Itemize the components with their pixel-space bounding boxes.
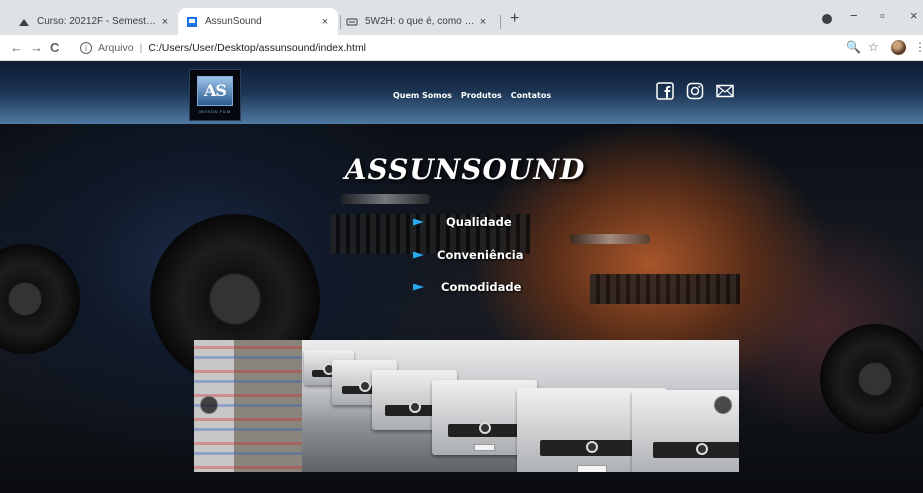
bookmark-star-icon[interactable]: ☆: [868, 40, 879, 54]
logo-caption: MIXSON FILM: [199, 109, 231, 114]
tab-title: AssunSound: [205, 16, 262, 27]
maximize-button[interactable]: ▫: [880, 8, 885, 23]
browser-menu-icon[interactable]: ⋮: [914, 40, 923, 54]
site-icon: [346, 18, 358, 25]
url-separator: |: [139, 42, 143, 54]
carousel-slide-vw-cars: [302, 340, 739, 472]
arrow-bullet-icon: [413, 283, 424, 291]
profile-indicator-icon[interactable]: [822, 14, 832, 24]
background-car-headlight: [570, 234, 650, 244]
instagram-icon[interactable]: [686, 82, 704, 100]
facebook-icon[interactable]: [656, 82, 674, 100]
info-icon[interactable]: i: [80, 42, 92, 54]
license-plate: [577, 464, 607, 472]
tab-separator: [500, 15, 501, 29]
site-header: AS MIXSON FILM Quem Somos Produtos Conta…: [0, 61, 923, 124]
license-plate: [474, 443, 495, 452]
main-nav: Quem Somos Produtos Contatos: [393, 91, 551, 100]
carousel-prev-button[interactable]: [200, 396, 218, 414]
arrow-bullet-icon: [413, 251, 424, 259]
reload-button[interactable]: C: [50, 40, 59, 55]
background-car-wheel: [820, 324, 923, 434]
feature-conveniencia: Conveniência: [413, 248, 523, 262]
close-window-button[interactable]: ×: [910, 8, 918, 23]
feature-label: Comodidade: [441, 280, 522, 294]
background-car-wheel: [0, 244, 80, 354]
feature-label: Conveniência: [437, 248, 524, 262]
site-logo[interactable]: AS MIXSON FILM: [189, 69, 241, 121]
tab-title: Curso: 20212F - Semestral - Proj: [37, 16, 158, 27]
moodle-icon: [19, 18, 29, 26]
page-icon: [187, 16, 197, 27]
image-carousel[interactable]: [194, 340, 739, 472]
tab-assunsound[interactable]: AssunSound ×: [178, 8, 338, 35]
back-button[interactable]: ←: [10, 40, 23, 55]
tab-title: 5W2H: o que é, como funciona e: [365, 16, 476, 27]
minimize-button[interactable]: −: [850, 8, 858, 23]
email-icon[interactable]: [716, 82, 734, 100]
background-car-headlight: [340, 194, 430, 204]
url-bar[interactable]: i Arquivo | C:/Users/User/Desktop/assuns…: [80, 38, 840, 58]
new-tab-button[interactable]: +: [510, 10, 519, 28]
tab-5w2h[interactable]: 5W2H: o que é, como funciona e ×: [338, 8, 496, 35]
tab-close-icon[interactable]: ×: [318, 16, 332, 28]
hero-banner: ASSUNSOUND Qualidade Conveniência Comodi…: [0, 124, 923, 493]
arrow-bullet-icon: [413, 218, 424, 226]
logo-mark: AS: [197, 76, 233, 106]
tab-close-icon[interactable]: ×: [158, 16, 172, 28]
background-car-grille: [590, 274, 740, 304]
nav-contatos[interactable]: Contatos: [511, 91, 551, 100]
address-toolbar: ← → C i Arquivo | C:/Users/User/Desktop/…: [0, 35, 923, 61]
zoom-icon[interactable]: 🔍: [846, 40, 861, 54]
avatar[interactable]: [891, 40, 906, 55]
hero-title: ASSUNSOUND: [344, 153, 586, 186]
tab-curso[interactable]: Curso: 20212F - Semestral - Proj ×: [10, 8, 178, 35]
nav-produtos[interactable]: Produtos: [461, 91, 502, 100]
feature-comodidade: Comodidade: [413, 280, 521, 294]
feature-label: Qualidade: [446, 215, 512, 229]
tab-close-icon[interactable]: ×: [476, 16, 490, 28]
website-viewport: AS MIXSON FILM Quem Somos Produtos Conta…: [0, 61, 923, 493]
url-text[interactable]: C:/Users/User/Desktop/assunsound/index.h…: [148, 42, 366, 54]
browser-tab-strip: Curso: 20212F - Semestral - Proj × Assun…: [0, 0, 923, 35]
forward-button[interactable]: →: [30, 40, 43, 55]
nav-quem-somos[interactable]: Quem Somos: [393, 91, 452, 100]
feature-qualidade: Qualidade: [413, 215, 512, 229]
carousel-next-button[interactable]: [714, 396, 732, 414]
url-scheme-label: Arquivo: [98, 42, 134, 54]
